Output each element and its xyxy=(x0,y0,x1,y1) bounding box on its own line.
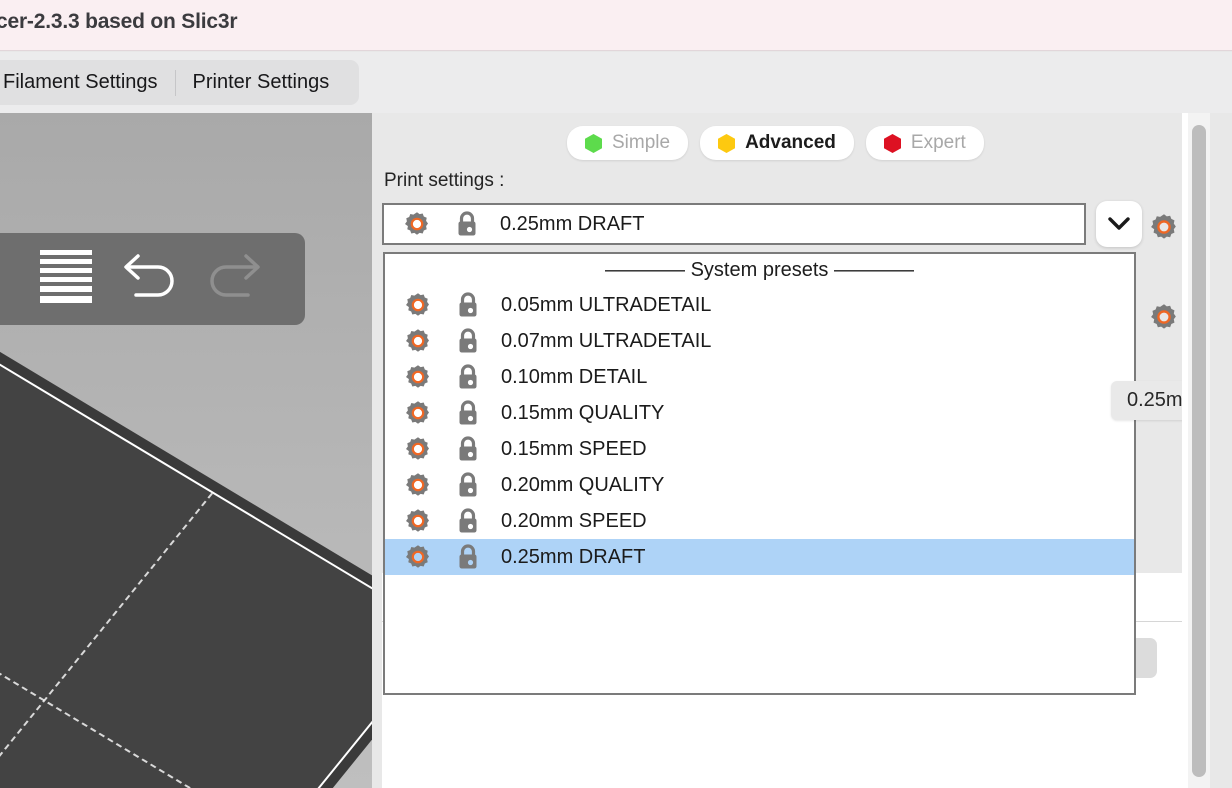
edit-preset-gear-icon-2[interactable] xyxy=(1150,303,1178,331)
print-settings-label: Print settings : xyxy=(384,170,505,191)
vertical-scrollbar[interactable] xyxy=(1188,113,1210,788)
chevron-down-icon xyxy=(1108,217,1130,230)
gear-icon xyxy=(405,212,428,235)
lock-icon xyxy=(458,211,476,236)
mode-label-simple: Simple xyxy=(612,132,671,153)
lock-icon xyxy=(459,544,477,569)
dropdown-item-label: 0.15mm QUALITY xyxy=(501,401,665,424)
dropdown-item-label: 0.05mm ULTRADETAIL xyxy=(501,293,712,316)
hexagon-icon-green xyxy=(585,133,602,153)
mode-button-advanced[interactable]: Advanced xyxy=(700,126,854,160)
lock-icon xyxy=(459,472,477,497)
tab-separator xyxy=(174,69,176,96)
redo-button[interactable] xyxy=(192,233,276,325)
dropdown-item-5[interactable]: 0.20mm QUALITY xyxy=(385,467,1134,503)
undo-button[interactable] xyxy=(108,233,192,325)
dropdown-item-label: 0.25mm DRAFT xyxy=(501,545,646,568)
dropdown-item-label: 0.20mm QUALITY xyxy=(501,473,665,496)
print-settings-dropdown-button[interactable] xyxy=(1096,201,1142,247)
undo-icon xyxy=(124,254,174,297)
print-settings-value: 0.25mm DRAFT xyxy=(500,212,645,235)
gear-icon xyxy=(406,365,429,388)
lock-icon xyxy=(459,328,477,353)
title-bar: cer-2.3.3 based on Slic3r xyxy=(0,0,1232,51)
gear-icon xyxy=(406,473,429,496)
dropdown-item-3[interactable]: 0.15mm QUALITY xyxy=(385,395,1134,431)
gear-icon xyxy=(406,293,429,316)
scrollbar-thumb[interactable] xyxy=(1192,125,1206,777)
redo-icon xyxy=(210,254,260,297)
dropdown-item-1[interactable]: 0.07mm ULTRADETAIL xyxy=(385,323,1134,359)
layers-tool-button[interactable] xyxy=(24,233,108,325)
gear-icon xyxy=(406,509,429,532)
hexagon-icon-yellow xyxy=(718,133,736,153)
gear-icon xyxy=(406,545,429,568)
lock-icon xyxy=(459,436,477,461)
lock-icon xyxy=(459,364,477,389)
dropdown-item-label: 0.10mm DETAIL xyxy=(501,365,648,388)
lock-icon xyxy=(459,292,477,317)
dropdown-item-4[interactable]: 0.15mm SPEED xyxy=(385,431,1134,467)
hexagon-icon-red xyxy=(883,133,901,153)
dropdown-item-label: 0.07mm ULTRADETAIL xyxy=(501,329,712,352)
window-right-edge xyxy=(1210,113,1232,788)
bed-gridline xyxy=(0,634,110,788)
dropdown-item-label: 0.15mm SPEED xyxy=(501,437,647,460)
mode-label-advanced: Advanced xyxy=(745,132,836,153)
gear-icon xyxy=(406,401,429,424)
layers-icon xyxy=(40,250,92,303)
tab-strip: Filament Settings Printer Settings xyxy=(0,60,360,105)
window-title: cer-2.3.3 based on Slic3r xyxy=(0,10,238,33)
settings-panel: Simple Advanced Expert Print settings : xyxy=(372,113,1232,788)
gear-icon xyxy=(406,329,429,352)
viewport-toolbar xyxy=(0,233,305,325)
print-settings-dropdown-list[interactable]: ———— System presets ———— 0.05mm ULTRADET… xyxy=(383,252,1136,695)
mode-button-simple[interactable]: Simple xyxy=(567,126,689,160)
3d-viewport[interactable]: USA MINI xyxy=(0,113,372,788)
gear-icon xyxy=(406,437,429,460)
lock-icon xyxy=(459,508,477,533)
tab-printer-settings[interactable]: Printer Settings xyxy=(177,60,346,105)
search-tool-button[interactable] xyxy=(0,233,24,325)
edit-preset-gear-icon-1[interactable] xyxy=(1150,213,1178,241)
dropdown-item-0[interactable]: 0.05mm ULTRADETAIL xyxy=(385,287,1134,323)
dropdown-item-label: 0.20mm SPEED xyxy=(501,509,647,532)
bed-gridline xyxy=(0,493,214,788)
tab-bar: Filament Settings Printer Settings xyxy=(0,52,1232,113)
mode-button-expert[interactable]: Expert xyxy=(865,126,984,160)
mode-label-expert: Expert xyxy=(910,132,966,153)
print-settings-combobox[interactable]: 0.25mm DRAFT xyxy=(382,203,1086,245)
mode-selector: Simple Advanced Expert xyxy=(567,126,984,160)
search-icon xyxy=(0,258,3,300)
dropdown-group-header: ———— System presets ———— xyxy=(605,259,914,281)
dropdown-item-7-selected[interactable]: 0.25mm DRAFT xyxy=(385,539,1134,575)
dropdown-item-6[interactable]: 0.20mm SPEED xyxy=(385,503,1134,539)
lock-icon xyxy=(459,400,477,425)
tab-filament-settings[interactable]: Filament Settings xyxy=(0,60,174,105)
dropdown-item-2[interactable]: 0.10mm DETAIL xyxy=(385,359,1134,395)
